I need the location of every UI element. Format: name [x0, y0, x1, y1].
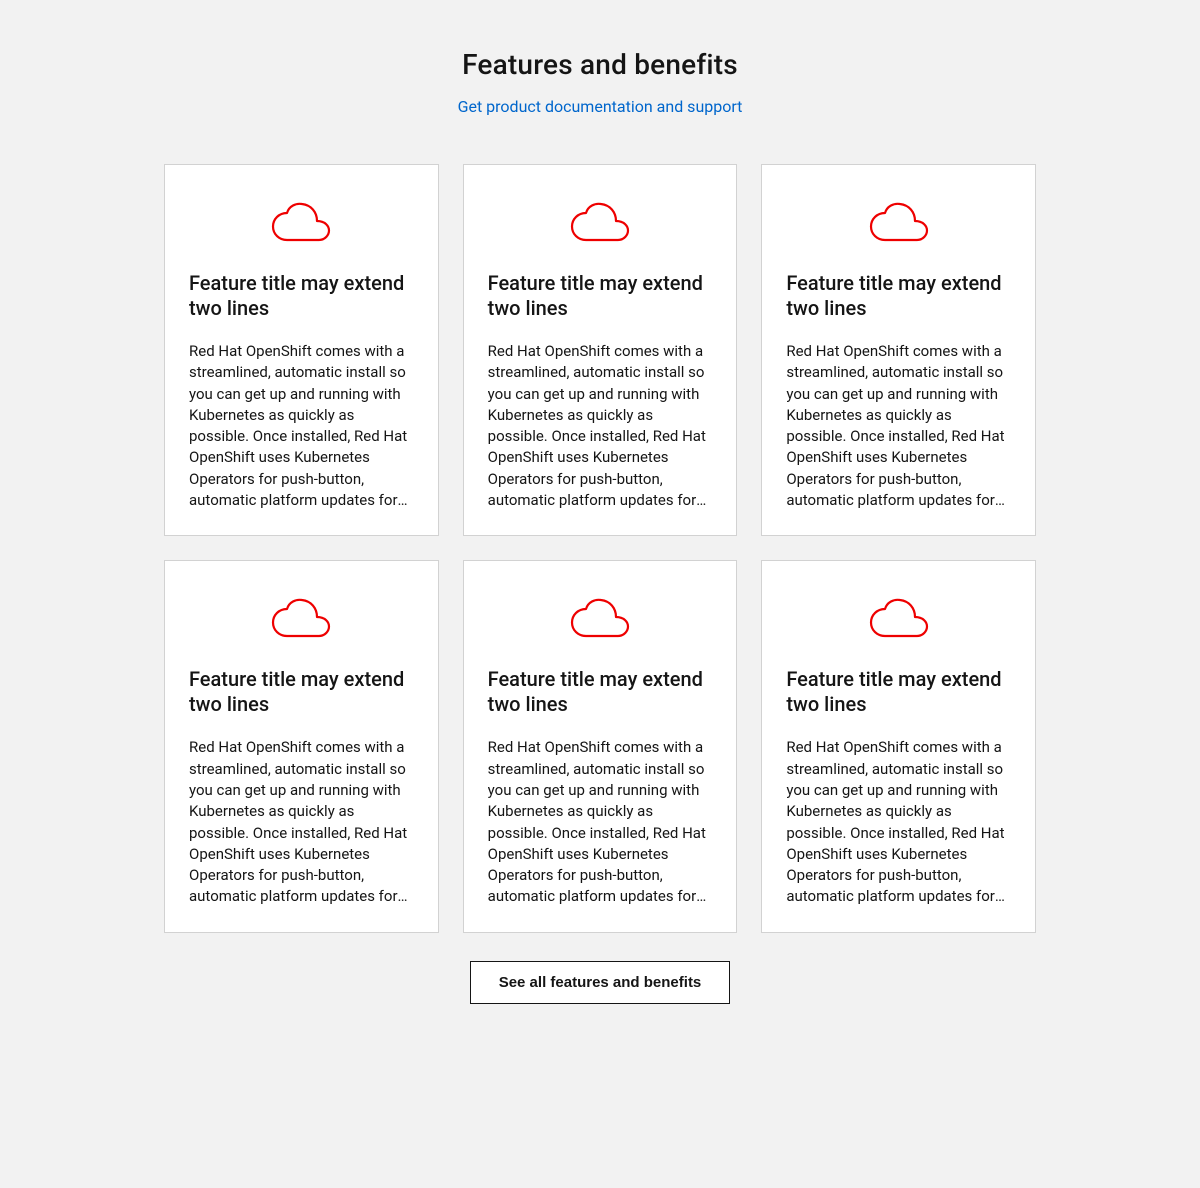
- feature-card: Feature title may extend two lines Red H…: [164, 164, 439, 536]
- feature-card-body: Red Hat OpenShift comes with a streamlin…: [786, 341, 1011, 511]
- feature-card-title: Feature title may extend two lines: [189, 271, 414, 321]
- feature-card-body: Red Hat OpenShift comes with a streamlin…: [488, 341, 713, 511]
- feature-card-title: Feature title may extend two lines: [786, 667, 1011, 717]
- cloud-icon: [488, 189, 713, 259]
- feature-card-title: Feature title may extend two lines: [189, 667, 414, 717]
- documentation-link[interactable]: Get product documentation and support: [458, 97, 743, 116]
- feature-card: Feature title may extend two lines Red H…: [164, 560, 439, 932]
- feature-card-body: Red Hat OpenShift comes with a streamlin…: [488, 737, 713, 907]
- feature-card-title: Feature title may extend two lines: [488, 667, 713, 717]
- cloud-icon: [189, 189, 414, 259]
- feature-cards-grid: Feature title may extend two lines Red H…: [164, 164, 1036, 933]
- cloud-icon: [189, 585, 414, 655]
- feature-card-body: Red Hat OpenShift comes with a streamlin…: [786, 737, 1011, 907]
- feature-card: Feature title may extend two lines Red H…: [761, 164, 1036, 536]
- feature-card-title: Feature title may extend two lines: [488, 271, 713, 321]
- feature-card: Feature title may extend two lines Red H…: [463, 164, 738, 536]
- section-title: Features and benefits: [462, 48, 738, 81]
- cloud-icon: [488, 585, 713, 655]
- cloud-icon: [786, 585, 1011, 655]
- feature-card-body: Red Hat OpenShift comes with a streamlin…: [189, 341, 414, 511]
- cloud-icon: [786, 189, 1011, 259]
- feature-card-body: Red Hat OpenShift comes with a streamlin…: [189, 737, 414, 907]
- feature-card: Feature title may extend two lines Red H…: [761, 560, 1036, 932]
- feature-card-title: Feature title may extend two lines: [786, 271, 1011, 321]
- feature-card: Feature title may extend two lines Red H…: [463, 560, 738, 932]
- features-section: Features and benefits Get product docume…: [48, 48, 1152, 1004]
- see-all-features-button[interactable]: See all features and benefits: [470, 961, 731, 1004]
